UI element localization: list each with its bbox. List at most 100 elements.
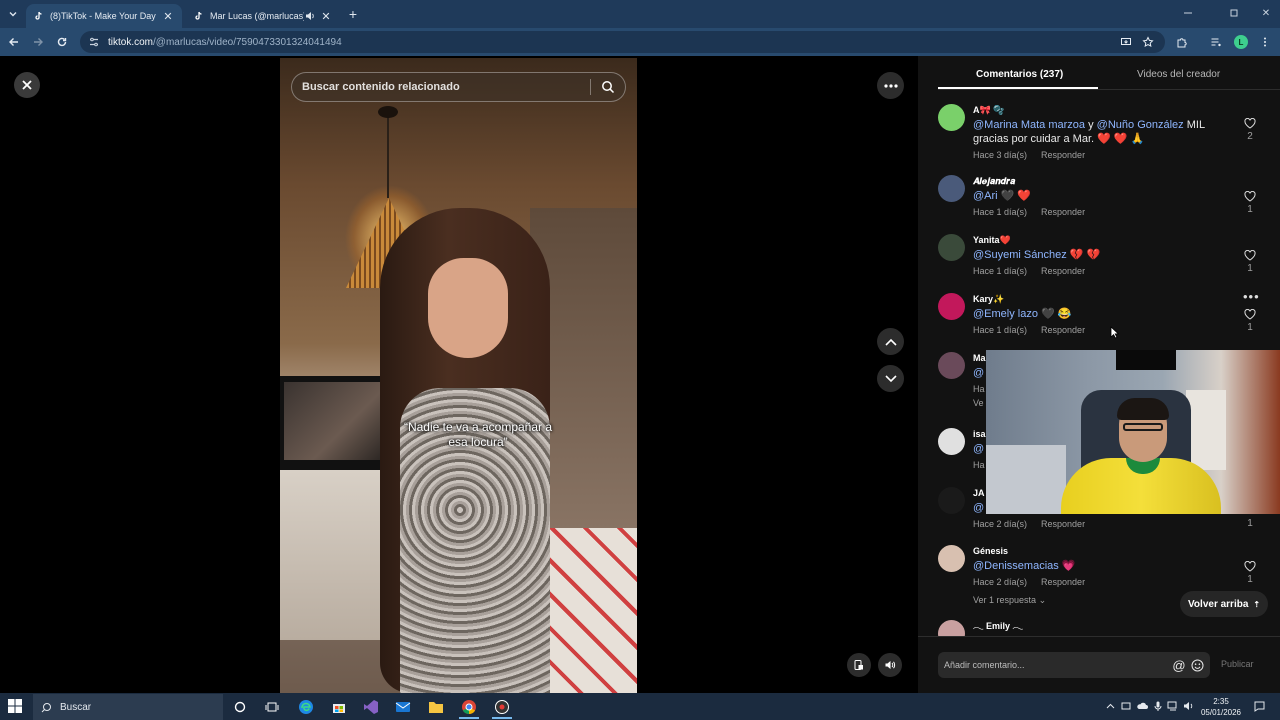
video-player[interactable]: “Nadie te va a acompañar a esa locura” [280,58,637,693]
file-explorer-icon[interactable] [427,698,445,716]
site-info-icon[interactable] [88,36,100,48]
profile-avatar[interactable]: L [1234,35,1248,49]
extensions-puzzle-icon[interactable] [1174,34,1190,50]
bookmark-star-icon[interactable] [1140,34,1156,50]
mention-link[interactable]: @Suyemi Sánchez [973,249,1067,261]
like-button[interactable]: 2 [1240,118,1260,142]
minimize-icon[interactable] [1180,6,1196,20]
comment-username[interactable]: 𓂃 Emily 𓂃 [973,620,1233,632]
windows-start-icon[interactable] [8,699,24,715]
like-count: 2 [1247,131,1253,142]
tab-close-icon[interactable]: ✕ [320,10,332,23]
reload-icon[interactable] [54,34,70,50]
address-bar[interactable]: tiktok.com/@marlucas/video/7590473301324… [80,31,1165,53]
visual-studio-icon[interactable] [362,698,380,716]
related-search-bar[interactable]: Buscar contenido relacionado [291,72,626,102]
avatar[interactable] [938,352,965,379]
mention-link[interactable]: @Denissemacias [973,560,1059,572]
volume-button[interactable] [878,653,902,677]
recording-app-icon[interactable] [493,698,511,716]
comment-username[interactable]: Yanita❤️ [973,234,1233,246]
browser-tab-tiktok[interactable]: (8)TikTok - Make Your Day ✕ [26,4,182,28]
reply-link[interactable]: Responder [1041,207,1085,217]
forward-arrow-icon[interactable] [30,34,46,50]
edge-browser-icon[interactable] [297,698,315,716]
heart-outline-icon [1244,191,1256,202]
back-to-top-button[interactable]: Volver arriba ⇡ [1180,591,1269,617]
mention-link[interactable]: @Marina Mata marzoa [973,119,1085,131]
reply-link[interactable]: Responder [1041,519,1085,529]
comment-more-icon[interactable]: ••• [1243,289,1260,304]
onedrive-cloud-icon[interactable] [1135,699,1149,713]
reply-link[interactable]: Responder [1041,577,1085,587]
avatar[interactable] [938,293,965,320]
like-button[interactable]: 1 [1240,309,1260,333]
like-count: 1 [1247,204,1253,215]
heart-outline-icon [1244,561,1256,572]
comment-username[interactable]: A🎀 🫧 [973,104,1233,116]
install-app-icon[interactable] [1118,34,1134,50]
cortana-icon[interactable] [231,698,249,716]
reply-link[interactable]: Responder [1041,266,1085,276]
mention-at-icon[interactable]: @ [1170,656,1188,674]
tab-comments[interactable]: Comentarios (237) [976,69,1063,80]
window-close-icon[interactable]: ✕ [1258,6,1274,20]
publish-button[interactable]: Publicar [1221,659,1254,669]
browser-toolbar: tiktok.com/@marlucas/video/7590473301324… [0,28,1280,56]
mention-link[interactable]: @Nuño González [1097,119,1184,131]
new-tab-button[interactable]: + [345,6,361,22]
back-to-top-label: Volver arriba [1188,598,1249,610]
previous-video-button[interactable] [877,328,904,355]
restore-icon[interactable] [1226,6,1242,20]
tab-search-chevron-icon[interactable] [4,5,22,23]
add-comment-field[interactable]: Añadir comentario... @ [938,652,1210,678]
media-control-icon[interactable] [1208,34,1224,50]
avatar[interactable] [938,545,965,572]
task-view-icon[interactable] [263,698,281,716]
back-arrow-icon[interactable] [6,34,22,50]
comment-username[interactable]: Génesis [973,545,1233,557]
next-video-button[interactable] [877,365,904,392]
search-icon[interactable] [591,72,625,102]
tab-creator-videos[interactable]: Videos del creador [1137,69,1220,80]
like-button[interactable]: 1 [1240,191,1260,215]
comment-username[interactable]: 𝑨𝒍𝒆𝒋𝒂𝒏𝒅𝒓𝒂 [973,175,1233,187]
system-clock[interactable]: 2:35 05/01/2026 [1196,696,1246,718]
like-button[interactable]: 1 [1240,250,1260,274]
avatar[interactable] [938,234,965,261]
mention-link[interactable]: @Emely lazo [973,308,1038,320]
store-icon[interactable] [330,698,348,716]
network-icon[interactable] [1166,699,1180,713]
mention-link[interactable]: @ [973,443,984,455]
emoji-icon[interactable] [1188,656,1206,674]
avatar[interactable] [938,175,965,202]
chrome-icon[interactable] [460,698,478,716]
mention-link[interactable]: @ [973,367,984,379]
outlook-mail-icon[interactable] [394,698,412,716]
reply-link[interactable]: Responder [1041,325,1085,335]
microphone-icon[interactable] [1151,699,1165,713]
close-video-button[interactable] [14,72,40,98]
mini-player-button[interactable] [847,653,871,677]
more-options-button[interactable] [877,72,904,99]
comment-username[interactable]: Kary✨ [973,293,1233,305]
browser-tab-marlucas[interactable]: Mar Lucas (@marlucas) ofic ✕ [186,4,340,28]
tray-chevron-up-icon[interactable] [1103,699,1117,713]
avatar[interactable] [938,620,965,636]
mention-link[interactable]: @Ari [973,190,998,202]
avatar[interactable] [938,428,965,455]
avatar[interactable] [938,104,965,131]
tab-close-icon[interactable]: ✕ [162,10,174,23]
video-scene-tv [280,376,392,470]
taskbar-search-box[interactable]: Buscar [33,694,223,720]
reply-link[interactable]: Responder [1041,150,1085,160]
avatar[interactable] [938,487,965,514]
like-button[interactable]: 1 [1240,516,1260,529]
mention-link[interactable]: @ [973,502,984,514]
speaker-volume-icon[interactable] [1182,699,1196,713]
tray-app-icon[interactable] [1119,699,1133,713]
notifications-icon[interactable] [1252,699,1266,713]
browser-menu-icon[interactable] [1257,34,1273,50]
tab-audio-icon[interactable] [304,10,316,22]
like-button[interactable]: 1 [1240,561,1260,585]
